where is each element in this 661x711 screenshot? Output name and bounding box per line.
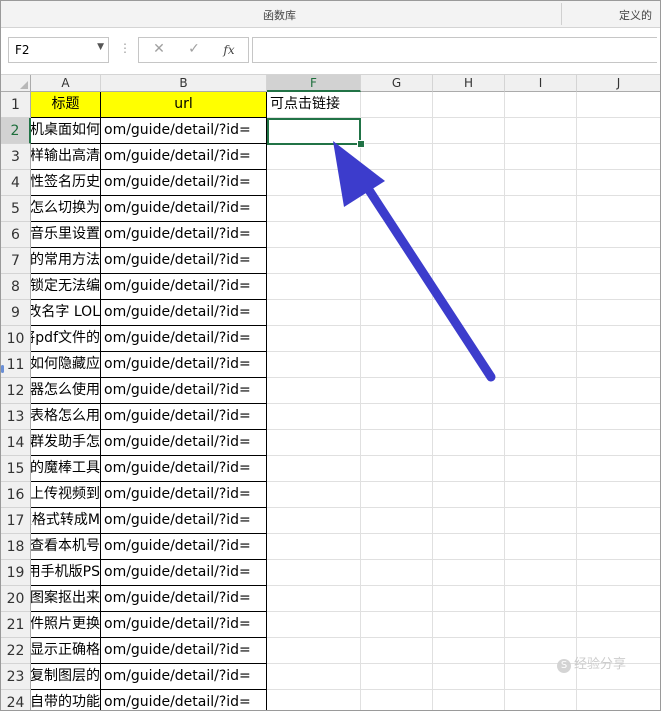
watermark-text: 经验分享 bbox=[574, 657, 627, 672]
annotation-arrow bbox=[333, 141, 496, 382]
excel-window: 函数库 定义的 F2 ▼ ⋮ ✕ ✓ fx A B F G H I J 1 标题 url 可点击链接… bbox=[0, 0, 661, 711]
watermark-logo-icon: S bbox=[557, 659, 571, 673]
watermark: S 经验分享 bbox=[557, 653, 626, 673]
arrow-shaft bbox=[362, 182, 496, 382]
